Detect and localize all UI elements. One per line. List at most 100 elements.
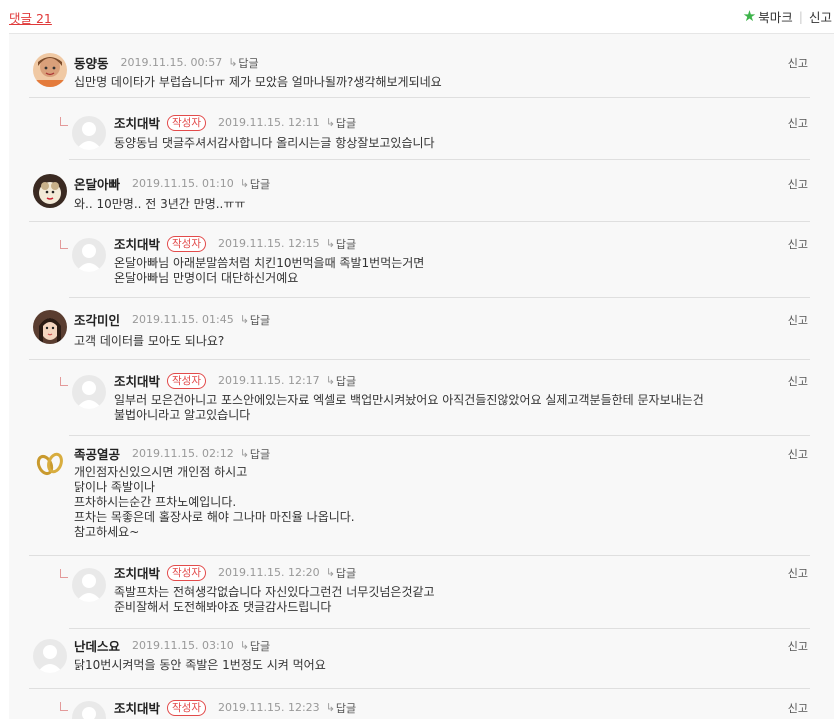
reply-button[interactable]: ↳ 답글 [240, 312, 270, 328]
comment-header: 동양동 2019.11.15. 00:57 ↳ 답글 [74, 53, 259, 72]
comment-text: 족발프차는 전혀생각없습니다 자신있다그런건 너무깃넘은것같고 준비잘해서 도전… [114, 585, 435, 615]
comment-text: 닭10번시켜먹을 동안 족발은 1번정도 시켜 먹어요 [74, 658, 326, 673]
top-actions: ★ 북마크 | 신고 [743, 7, 832, 26]
author-nickname[interactable]: 조치대박 [114, 371, 160, 390]
reply-label: 답글 [335, 237, 357, 251]
comment-header: 조치대박 작성자 2019.11.15. 12:11 ↳ 답글 [114, 113, 356, 132]
reply-button[interactable]: ↳ 답글 [240, 638, 270, 654]
avatar [33, 310, 67, 344]
reply-arrow-icon: ↳ [228, 56, 238, 69]
avatar [33, 639, 67, 673]
report-button[interactable]: 신고 [788, 700, 808, 716]
comment-line: 족발프차는 전혀생각없습니다 자신있다그런건 너무깃넘은것같고 [114, 585, 435, 599]
bookmark-button[interactable]: ★ 북마크 [743, 7, 793, 26]
reply-arrow-icon: ↳ [239, 639, 249, 652]
comment-line: 프차하시는순간 프차노예입니다. [74, 495, 237, 509]
author-nickname[interactable]: 조치대박 [114, 698, 160, 717]
reply-item: 조치대박 작성자 2019.11.15. 12:23 ↳ 답글 신고 [9, 689, 834, 719]
comment-item: 난데스요 2019.11.15. 03:10 ↳ 답글 신고 닭10번시켜먹을 동… [9, 629, 834, 689]
reply-label: 답글 [335, 566, 357, 580]
reply-indicator-icon [60, 240, 68, 249]
reply-arrow-icon: ↳ [325, 701, 335, 714]
comment-text: 고객 데이터를 모아도 되나요? [74, 334, 224, 349]
comment-date: 2019.11.15. 03:10 [132, 639, 234, 652]
reply-button[interactable]: ↳ 답글 [326, 700, 356, 716]
reply-button[interactable]: ↳ 답글 [228, 55, 258, 71]
comment-line: 온달아빠님 아래분말씀처럼 치킨10번먹을때 족발1번먹는거면 [114, 256, 425, 270]
reply-arrow-icon: ↳ [325, 566, 335, 579]
reply-label: 답글 [249, 177, 271, 191]
reply-button[interactable]: ↳ 답글 [326, 565, 356, 581]
report-button[interactable]: 신고 [788, 446, 808, 462]
report-article-button[interactable]: 신고 [809, 7, 832, 26]
author-nickname[interactable]: 조치대박 [114, 113, 160, 132]
comment-text: 와.. 10만명.. 전 3년간 만명..ㅠㅠ [74, 197, 245, 212]
comment-line: 십만명 데이타가 부럽습니다ㅠ 제가 모았음 얼마나될까?생각해보게되네요 [74, 75, 442, 89]
reply-label: 답글 [249, 313, 271, 327]
reply-arrow-icon: ↳ [325, 374, 335, 387]
report-button[interactable]: 신고 [788, 638, 808, 654]
comment-header: 온달아빠 2019.11.15. 01:10 ↳ 답글 [74, 174, 270, 193]
report-button[interactable]: 신고 [788, 373, 808, 389]
reply-indicator-icon [60, 569, 68, 578]
comment-header: 조치대박 작성자 2019.11.15. 12:17 ↳ 답글 [114, 371, 356, 390]
reply-button[interactable]: ↳ 답글 [240, 446, 270, 462]
star-icon: ★ [742, 7, 757, 25]
reply-item: 조치대박 작성자 2019.11.15. 12:11 ↳ 답글 신고 동양동님 댓… [9, 98, 834, 160]
reply-indicator-icon [60, 117, 68, 126]
report-button[interactable]: 신고 [788, 55, 808, 71]
author-nickname[interactable]: 동양동 [74, 53, 109, 72]
reply-label: 답글 [249, 639, 271, 653]
avatar [72, 375, 106, 409]
comment-header: 난데스요 2019.11.15. 03:10 ↳ 답글 [74, 636, 270, 655]
comment-date: 2019.11.15. 02:12 [132, 447, 234, 460]
avatar [72, 116, 106, 150]
author-nickname[interactable]: 조치대박 [114, 234, 160, 253]
comment-date: 2019.11.15. 12:11 [218, 116, 320, 129]
author-nickname[interactable]: 온달아빠 [74, 174, 120, 193]
report-button[interactable]: 신고 [788, 115, 808, 131]
reply-button[interactable]: ↳ 답글 [326, 373, 356, 389]
comment-line: 닭이나 족발이나 [74, 480, 156, 494]
comment-date: 2019.11.15. 01:10 [132, 177, 234, 190]
author-nickname[interactable]: 족공열공 [74, 444, 120, 463]
comment-date: 2019.11.15. 12:17 [218, 374, 320, 387]
comment-count-link[interactable]: 댓글 21 [9, 8, 52, 27]
comment-date: 2019.11.15. 01:45 [132, 313, 234, 326]
avatar [72, 568, 106, 602]
comment-line: 동양동님 댓글주셔서감사합니다 올리시는글 항상잘보고있습니다 [114, 136, 435, 150]
reply-label: 답글 [335, 374, 357, 388]
avatar [33, 446, 67, 480]
comment-text: 개인점자신있으시면 개인점 하시고 닭이나 족발이나 프차하시는순간 프차노예입… [74, 465, 355, 540]
avatar [72, 701, 106, 719]
reply-arrow-icon: ↳ [239, 177, 249, 190]
reply-arrow-icon: ↳ [239, 313, 249, 326]
reply-button[interactable]: ↳ 답글 [326, 115, 356, 131]
report-button[interactable]: 신고 [788, 176, 808, 192]
author-nickname[interactable]: 조치대박 [114, 563, 160, 582]
comment-item: 족공열공 2019.11.15. 02:12 ↳ 답글 신고 개인점자신있으시면 … [9, 436, 834, 556]
comment-date: 2019.11.15. 00:57 [120, 56, 223, 69]
comment-item: 동양동 2019.11.15. 00:57 ↳ 답글 신고 십만명 데이타가 부럽… [9, 34, 834, 98]
reply-button[interactable]: ↳ 답글 [240, 176, 270, 192]
reply-arrow-icon: ↳ [239, 447, 249, 460]
reply-button[interactable]: ↳ 답글 [326, 236, 356, 252]
comment-date: 2019.11.15. 12:15 [218, 237, 320, 250]
author-nickname[interactable]: 조각미인 [74, 310, 120, 329]
report-button[interactable]: 신고 [788, 565, 808, 581]
reply-label: 답글 [335, 116, 357, 130]
report-button[interactable]: 신고 [788, 312, 808, 328]
comment-line: 온달아빠님 만명이더 대단하신거예요 [114, 271, 299, 285]
comment-line: 개인점자신있으시면 개인점 하시고 [74, 465, 248, 479]
reply-label: 답글 [335, 701, 357, 715]
comment-date: 2019.11.15. 12:20 [218, 566, 320, 579]
report-button[interactable]: 신고 [788, 236, 808, 252]
bookmark-label: 북마크 [758, 10, 793, 25]
comments-topbar: 댓글 21 ★ 북마크 | 신고 [0, 0, 834, 32]
comment-header: 조치대박 작성자 2019.11.15. 12:23 ↳ 답글 [114, 698, 356, 717]
comment-item: 온달아빠 2019.11.15. 01:10 ↳ 답글 신고 와.. 10만명..… [9, 160, 834, 222]
comment-header: 조각미인 2019.11.15. 01:45 ↳ 답글 [74, 310, 270, 329]
reply-arrow-icon: ↳ [325, 116, 335, 129]
author-nickname[interactable]: 난데스요 [74, 636, 120, 655]
author-badge: 작성자 [167, 564, 206, 581]
